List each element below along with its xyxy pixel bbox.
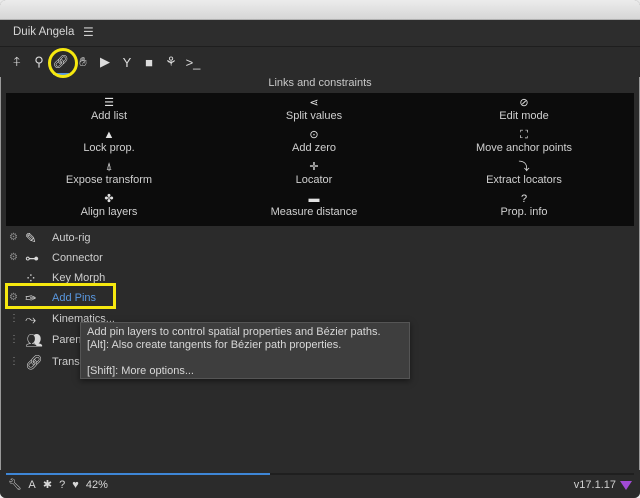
extract-locators-button[interactable]: ⤵ Extract locators xyxy=(424,161,624,187)
progress-fill xyxy=(6,473,270,475)
tooltip-line-2: [Alt]: Also create tangents for Bézier p… xyxy=(87,339,342,351)
eye-off-icon: ⊘ xyxy=(519,97,529,109)
prop-info-button[interactable]: ? Prop. info xyxy=(424,193,624,219)
branch-icon[interactable]: Y xyxy=(118,53,136,71)
add-list-button[interactable]: ☰ Add list xyxy=(9,97,209,123)
extract-icon: ⤵ xyxy=(518,161,530,173)
version-label: v17.1.17 xyxy=(573,479,616,491)
rig-icon[interactable]: ⍏ xyxy=(8,53,26,71)
anchor-icon: ⛶ xyxy=(520,129,528,141)
progress-bar xyxy=(6,473,634,475)
script-icon[interactable]: >_ xyxy=(184,53,202,71)
walk-icon[interactable]: ⚘ xyxy=(162,53,180,71)
link-icon[interactable]: 🔗︎ xyxy=(52,53,70,75)
tooltip-line-3: [Shift]: More options... xyxy=(87,365,194,377)
locator-button[interactable]: ✛ Locator xyxy=(214,161,414,187)
lock-prop-button[interactable]: ▲ Lock prop. xyxy=(9,129,209,155)
edit-mode-button[interactable]: ⊘ Edit mode xyxy=(424,97,624,123)
share-icon: ⋖ xyxy=(309,97,319,109)
add-zero-button[interactable]: ⊙ Add zero xyxy=(214,129,414,155)
progress-label: 42% xyxy=(85,479,108,491)
bone-icon[interactable]: ⚲ xyxy=(30,53,48,71)
duik-logo-icon[interactable] xyxy=(620,481,632,490)
list-item-connector[interactable]: ⚙ ⊶ Connector xyxy=(0,248,640,268)
ruler-icon: ▬ xyxy=(308,193,320,205)
question-icon: ? xyxy=(520,193,528,205)
kinematics-icon: ⤳ xyxy=(25,311,37,327)
split-values-button[interactable]: ⋖ Split values xyxy=(214,97,414,123)
action-grid: ☰ Add list ⋖ Split values ⊘ Edit mode ▲ … xyxy=(6,93,634,226)
align-layers-button[interactable]: ✤ Align layers xyxy=(9,193,209,219)
pin-icon: ✑ xyxy=(25,290,37,306)
translate-icon[interactable]: A xyxy=(28,479,35,491)
more-icon[interactable]: ⋮ xyxy=(9,356,19,367)
app-window: Duik Angela ☰ ⍏ ⚲ 🔗︎ ✋︎ ▶ Y ■ ⚘ >_ Links… xyxy=(0,0,640,498)
wand-icon: ✎ xyxy=(25,230,37,246)
morph-icon: ⁘ xyxy=(25,270,37,286)
section-title: Links and constraints xyxy=(268,77,372,89)
camera-icon[interactable]: ■ xyxy=(140,53,158,71)
wrench-icon[interactable]: 🔧︎ xyxy=(8,479,22,491)
heart-icon[interactable]: ♥ xyxy=(72,479,79,491)
hamburger-icon[interactable]: ☰ xyxy=(83,25,94,39)
lock-icon: ▲ xyxy=(103,129,115,141)
tooltip-line-1: Add pin layers to control spatial proper… xyxy=(87,326,381,338)
list-item-auto-rig[interactable]: ⚙ ✎ Auto-rig xyxy=(0,228,640,248)
move-anchor-points-button[interactable]: ⛶ Move anchor points xyxy=(424,129,624,155)
bug-icon[interactable]: ✱ xyxy=(43,479,52,491)
help-icon[interactable]: ? xyxy=(59,479,65,491)
play-icon[interactable]: ▶ xyxy=(96,53,114,71)
panel-name: Duik Angela xyxy=(13,26,75,38)
tooltip: Add pin layers to control spatial proper… xyxy=(80,322,410,379)
more-icon[interactable]: ⋮ xyxy=(9,334,19,345)
list-item-add-pins[interactable]: ⚙ ✑ Add Pins xyxy=(0,288,640,308)
align-icon: ✤ xyxy=(104,193,114,205)
panel-header: Duik Angela ☰ xyxy=(0,20,640,47)
connector-icon: ⊶ xyxy=(25,250,39,266)
status-icons: 🔧︎ A ✱ ? ♥ 42% xyxy=(8,478,112,491)
expose-transform-button[interactable]: ⍋ Expose transform xyxy=(9,161,209,187)
gear-icon[interactable]: ⚙ xyxy=(9,232,18,243)
measure-distance-button[interactable]: ▬ Measure distance xyxy=(214,193,414,219)
window-titlebar[interactable] xyxy=(0,0,640,20)
crosshair-icon: ✛ xyxy=(309,161,319,173)
toolbar: ⍏ ⚲ 🔗︎ ✋︎ ▶ Y ■ ⚘ >_ xyxy=(0,47,640,114)
more-icon[interactable]: ⋮ xyxy=(9,313,19,324)
gear-icon[interactable]: ⚙ xyxy=(9,292,18,303)
list-item-key-morph[interactable]: ⁘ Key Morph xyxy=(0,268,640,288)
gear-icon[interactable]: ⚙ xyxy=(9,252,18,263)
hand-icon[interactable]: ✋︎ xyxy=(74,53,92,71)
status-bar: 🔧︎ A ✱ ? ♥ 42% v17.1.17 xyxy=(0,470,640,498)
compass-icon: ⍋ xyxy=(105,161,113,173)
list-icon: ☰ xyxy=(104,97,114,109)
link-icon: 🔗︎ xyxy=(25,354,43,370)
parent-icon: 👥︎ xyxy=(25,332,43,348)
zero-icon: ⊙ xyxy=(309,129,319,141)
